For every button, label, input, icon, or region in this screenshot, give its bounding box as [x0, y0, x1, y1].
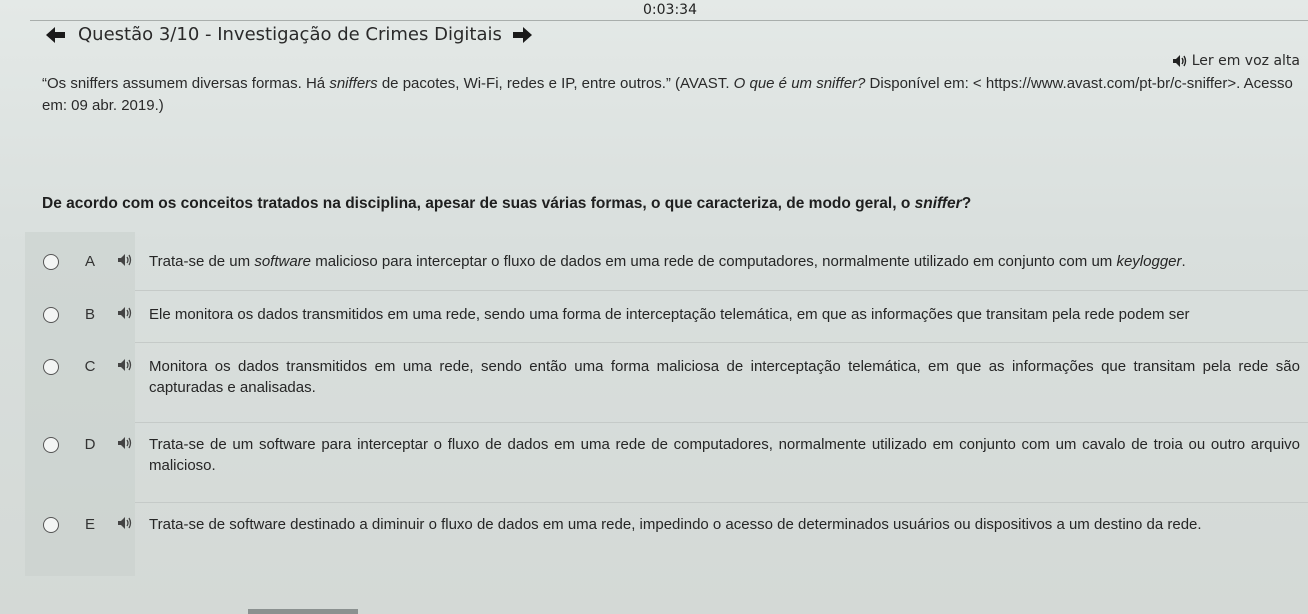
read-aloud-button[interactable]: Ler em voz alta	[1172, 53, 1300, 69]
radio-d[interactable]	[43, 437, 59, 453]
speaker-icon[interactable]	[117, 306, 133, 325]
speaker-icon[interactable]	[117, 358, 133, 377]
option-a[interactable]: A Trata-se de um software malicioso para…	[25, 232, 1308, 291]
option-e[interactable]: E Trata-se de software destinado a dimin…	[25, 502, 1308, 576]
header-divider	[30, 20, 1308, 21]
option-letter: D	[84, 436, 96, 453]
option-c[interactable]: C Monitora os dados transmitidos em uma …	[25, 342, 1308, 423]
read-aloud-label: Ler em voz alta	[1191, 53, 1300, 69]
option-text: Ele monitora os dados transmitidos em um…	[149, 306, 1190, 323]
option-letter: E	[84, 516, 95, 533]
arrow-left-icon[interactable]	[44, 25, 70, 45]
speaker-icon	[1172, 55, 1186, 67]
question-statement: De acordo com os conceitos tratados na d…	[42, 195, 972, 212]
option-letter: A	[84, 253, 95, 270]
option-text: Trata-se de um software malicioso para i…	[149, 253, 1186, 270]
option-text: Trata-se de software destinado a diminui…	[149, 516, 1202, 533]
radio-e[interactable]	[43, 517, 59, 533]
citation-text: “Os sniffers assumem diversas formas. Há…	[42, 75, 1293, 114]
speaker-icon[interactable]	[117, 516, 133, 535]
question-header: Questão 3/10 - Investigação de Crimes Di…	[44, 24, 536, 45]
question-title: Questão 3/10 - Investigação de Crimes Di…	[78, 24, 502, 45]
speaker-icon[interactable]	[117, 253, 133, 272]
option-text: Monitora os dados transmitidos em uma re…	[149, 358, 1300, 396]
option-text: Trata-se de um software para interceptar…	[149, 436, 1300, 474]
radio-c[interactable]	[43, 359, 59, 375]
radio-b[interactable]	[43, 307, 59, 323]
option-d[interactable]: D Trata-se de um software para intercept…	[25, 422, 1308, 503]
radio-a[interactable]	[43, 254, 59, 270]
timer: 0:03:34	[643, 2, 697, 18]
option-letter: C	[84, 358, 96, 375]
bottom-button[interactable]	[248, 609, 358, 614]
speaker-icon[interactable]	[117, 436, 133, 455]
arrow-right-icon[interactable]	[510, 25, 536, 45]
option-b[interactable]: B Ele monitora os dados transmitidos em …	[25, 290, 1308, 343]
option-letter: B	[84, 306, 95, 323]
